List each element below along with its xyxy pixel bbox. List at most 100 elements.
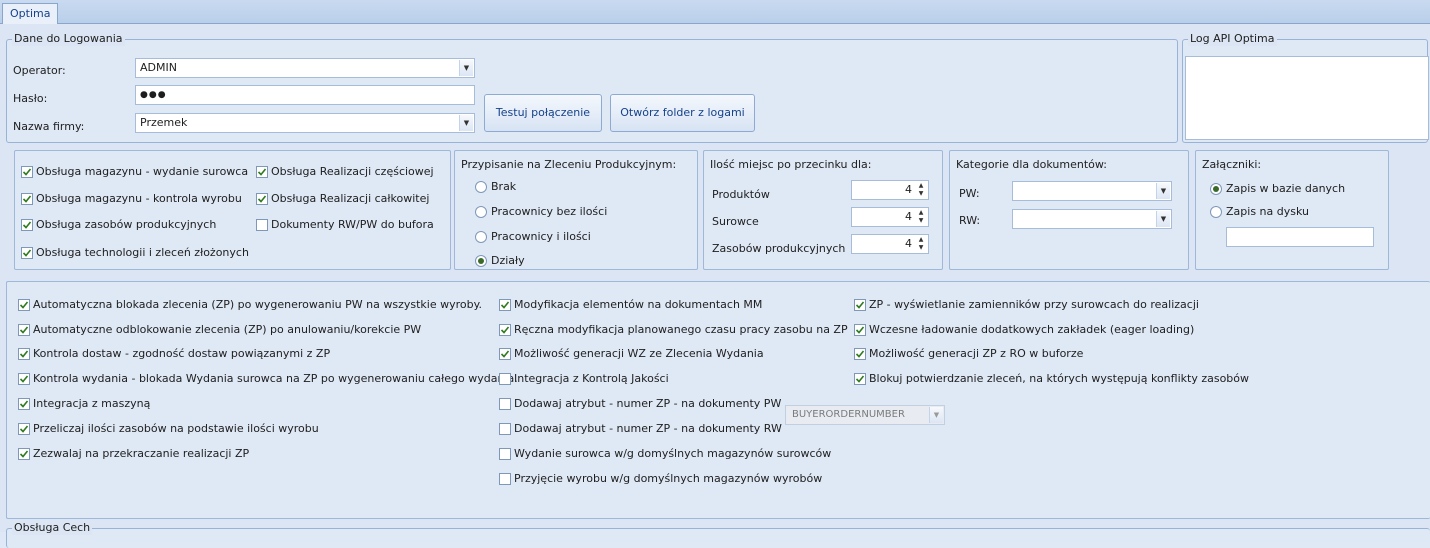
checkbox-label: Obsługa zasobów produkcyjnych	[36, 218, 217, 231]
checkbox-checked-icon[interactable]	[854, 323, 866, 336]
checkbox-recalc-resources[interactable]: Przeliczaj ilości zasobów na podstawie i…	[18, 422, 319, 435]
spinner-arrows-icon[interactable]: ▲ ▼	[915, 182, 927, 198]
decimals-title: Ilość miejsc po przecinku dla:	[710, 158, 872, 171]
chevron-down-icon[interactable]: ▼	[459, 115, 473, 131]
radio-selected-icon[interactable]	[1210, 182, 1222, 195]
checkbox-unchecked-icon[interactable]	[499, 372, 511, 385]
checkbox-checked-icon[interactable]	[18, 372, 30, 385]
operator-combo[interactable]: ADMIN ▼	[135, 58, 475, 78]
test-connection-button[interactable]: Testuj połączenie	[484, 94, 602, 132]
pw-category-combo[interactable]: ▼	[1012, 181, 1172, 201]
checkbox-unchecked-icon[interactable]	[499, 447, 511, 460]
spinner-value: 4	[905, 183, 912, 196]
checkbox-wz-generation[interactable]: Możliwość generacji WZ ze Zlecenia Wydan…	[499, 347, 764, 360]
chevron-down-icon[interactable]: ▼	[1156, 211, 1170, 227]
radio-icon[interactable]	[1210, 205, 1222, 218]
checkbox-label: Dodawaj atrybut - numer ZP - na dokument…	[514, 397, 782, 410]
tab-optima[interactable]: Optima	[2, 3, 59, 25]
checkbox-checked-icon[interactable]	[21, 218, 33, 231]
decimals-panel: Ilość miejsc po przecinku dla: Produktów…	[703, 150, 943, 270]
log-textarea[interactable]	[1185, 56, 1429, 140]
checkbox-full-realization[interactable]: Obsługa Realizacji całkowitej	[256, 192, 429, 205]
checkbox-delivery-control[interactable]: Kontrola dostaw - zgodność dostaw powiąz…	[18, 347, 330, 360]
checkbox-unchecked-icon[interactable]	[499, 397, 511, 410]
radio-icon[interactable]	[475, 180, 487, 193]
checkbox-unchecked-icon[interactable]	[499, 472, 511, 485]
spinner-arrows-icon[interactable]: ▲ ▼	[915, 236, 927, 252]
radio-departments[interactable]: Działy	[475, 254, 525, 267]
checkbox-label: Kontrola dostaw - zgodność dostaw powiąz…	[33, 347, 331, 360]
checkbox-attr-pw[interactable]: Dodawaj atrybut - numer ZP - na dokument…	[499, 397, 781, 410]
checkbox-checked-icon[interactable]	[21, 192, 33, 205]
checkbox-checked-icon[interactable]	[499, 347, 511, 360]
checkbox-technology[interactable]: Obsługa technologii i zleceń złożonych	[21, 246, 249, 259]
checkbox-substitutes[interactable]: ZP - wyświetlanie zamienników przy surow…	[854, 298, 1199, 311]
checkbox-auto-lock[interactable]: Automatyczna blokada zlecenia (ZP) po wy…	[18, 298, 482, 311]
checkbox-unchecked-icon[interactable]	[256, 218, 268, 231]
radio-icon[interactable]	[475, 205, 487, 218]
checkbox-checked-icon[interactable]	[18, 397, 30, 410]
checkbox-raw-issue[interactable]: Wydanie surowca w/g domyślnych magazynów…	[499, 447, 831, 460]
checkbox-mm-modify[interactable]: Modyfikacja elementów na dokumentach MM	[499, 298, 762, 311]
radio-selected-icon[interactable]	[475, 254, 487, 267]
checkbox-rw-pw-buffer[interactable]: Dokumenty RW/PW do bufora	[256, 218, 434, 231]
attachments-path-field[interactable]	[1226, 227, 1374, 247]
checkbox-label: Automatyczna blokada zlecenia (ZP) po wy…	[33, 298, 483, 311]
checkbox-warehouse-control[interactable]: Obsługa magazynu - kontrola wyrobu	[21, 192, 242, 205]
checkbox-attr-rw[interactable]: Dodawaj atrybut - numer ZP - na dokument…	[499, 422, 782, 435]
chevron-down-icon[interactable]: ▼	[1156, 183, 1170, 199]
checkbox-block-conflicts[interactable]: Blokuj potwierdzanie zleceń, na których …	[854, 372, 1249, 385]
main-content: Dane do Logowania Operator: ADMIN ▼ Hasł…	[0, 24, 1430, 548]
checkbox-checked-icon[interactable]	[854, 372, 866, 385]
checkbox-product-receipt[interactable]: Przyjęcie wyrobu w/g domyślnych magazynó…	[499, 472, 822, 485]
decimals-raw-spinner[interactable]: 4 ▲ ▼	[851, 207, 929, 227]
checkbox-manual-time[interactable]: Ręczna modyfikacja planowanego czasu pra…	[499, 323, 848, 336]
spinner-arrows-icon[interactable]: ▲ ▼	[915, 209, 927, 225]
radio-label: Pracownicy bez ilości	[491, 205, 608, 218]
checkbox-partial-realization[interactable]: Obsługa Realizacji częściowej	[256, 165, 434, 178]
checkbox-checked-icon[interactable]	[18, 298, 30, 311]
assignment-panel: Przypisanie na Zleceniu Produkcyjnym: Br…	[454, 150, 698, 270]
checkbox-allow-exceed[interactable]: Zezwalaj na przekraczanie realizacji ZP	[18, 447, 249, 460]
log-group: Log API Optima	[1182, 32, 1429, 143]
decimals-products-spinner[interactable]: 4 ▲ ▼	[851, 180, 929, 200]
checkbox-checked-icon[interactable]	[18, 447, 30, 460]
checkbox-checked-icon[interactable]	[256, 165, 268, 178]
checkbox-unchecked-icon[interactable]	[499, 422, 511, 435]
radio-icon[interactable]	[475, 230, 487, 243]
company-combo[interactable]: Przemek ▼	[135, 113, 475, 133]
checkbox-label: Ręczna modyfikacja planowanego czasu pra…	[514, 323, 848, 336]
chevron-down-icon[interactable]: ▼	[459, 60, 473, 76]
company-value: Przemek	[140, 116, 188, 129]
checkbox-checked-icon[interactable]	[21, 246, 33, 259]
radio-store-disk[interactable]: Zapis na dysku	[1210, 205, 1309, 218]
checkbox-label: Przeliczaj ilości zasobów na podstawie i…	[33, 422, 319, 435]
radio-none[interactable]: Brak	[475, 180, 516, 193]
checkbox-issue-control[interactable]: Kontrola wydania - blokada Wydania surow…	[18, 372, 518, 385]
checkbox-zp-from-ro[interactable]: Możliwość generacji ZP z RO w buforze	[854, 347, 1083, 360]
checkbox-checked-icon[interactable]	[256, 192, 268, 205]
password-field[interactable]: ●●●	[135, 85, 475, 105]
checkbox-checked-icon[interactable]	[21, 165, 33, 178]
checkbox-production-resources[interactable]: Obsługa zasobów produkcyjnych	[21, 218, 216, 231]
open-logs-folder-button[interactable]: Otwórz folder z logami	[610, 94, 755, 132]
checkbox-checked-icon[interactable]	[18, 347, 30, 360]
checkbox-eager-loading[interactable]: Wczesne ładowanie dodatkowych zakładek (…	[854, 323, 1194, 336]
radio-workers-qty[interactable]: Pracownicy i ilości	[475, 230, 591, 243]
radio-store-db[interactable]: Zapis w bazie danych	[1210, 182, 1345, 195]
decimals-resources-spinner[interactable]: 4 ▲ ▼	[851, 234, 929, 254]
checkbox-checked-icon[interactable]	[499, 298, 511, 311]
settings-panel: Automatyczna blokada zlecenia (ZP) po wy…	[6, 281, 1430, 519]
checkbox-machine-integration[interactable]: Integracja z maszyną	[18, 397, 150, 410]
checkbox-checked-icon[interactable]	[499, 323, 511, 336]
rw-category-combo[interactable]: ▼	[1012, 209, 1172, 229]
checkbox-checked-icon[interactable]	[18, 422, 30, 435]
radio-workers-no-qty[interactable]: Pracownicy bez ilości	[475, 205, 607, 218]
checkbox-checked-icon[interactable]	[854, 347, 866, 360]
checkbox-auto-unlock[interactable]: Automatyczne odblokowanie zlecenia (ZP) …	[18, 323, 421, 336]
radio-label: Zapis na dysku	[1226, 205, 1309, 218]
checkbox-warehouse-issue[interactable]: Obsługa magazynu - wydanie surowca	[21, 165, 248, 178]
checkbox-checked-icon[interactable]	[18, 323, 30, 336]
checkbox-checked-icon[interactable]	[854, 298, 866, 311]
checkbox-quality-control[interactable]: Integracja z Kontrolą Jakości	[499, 372, 669, 385]
